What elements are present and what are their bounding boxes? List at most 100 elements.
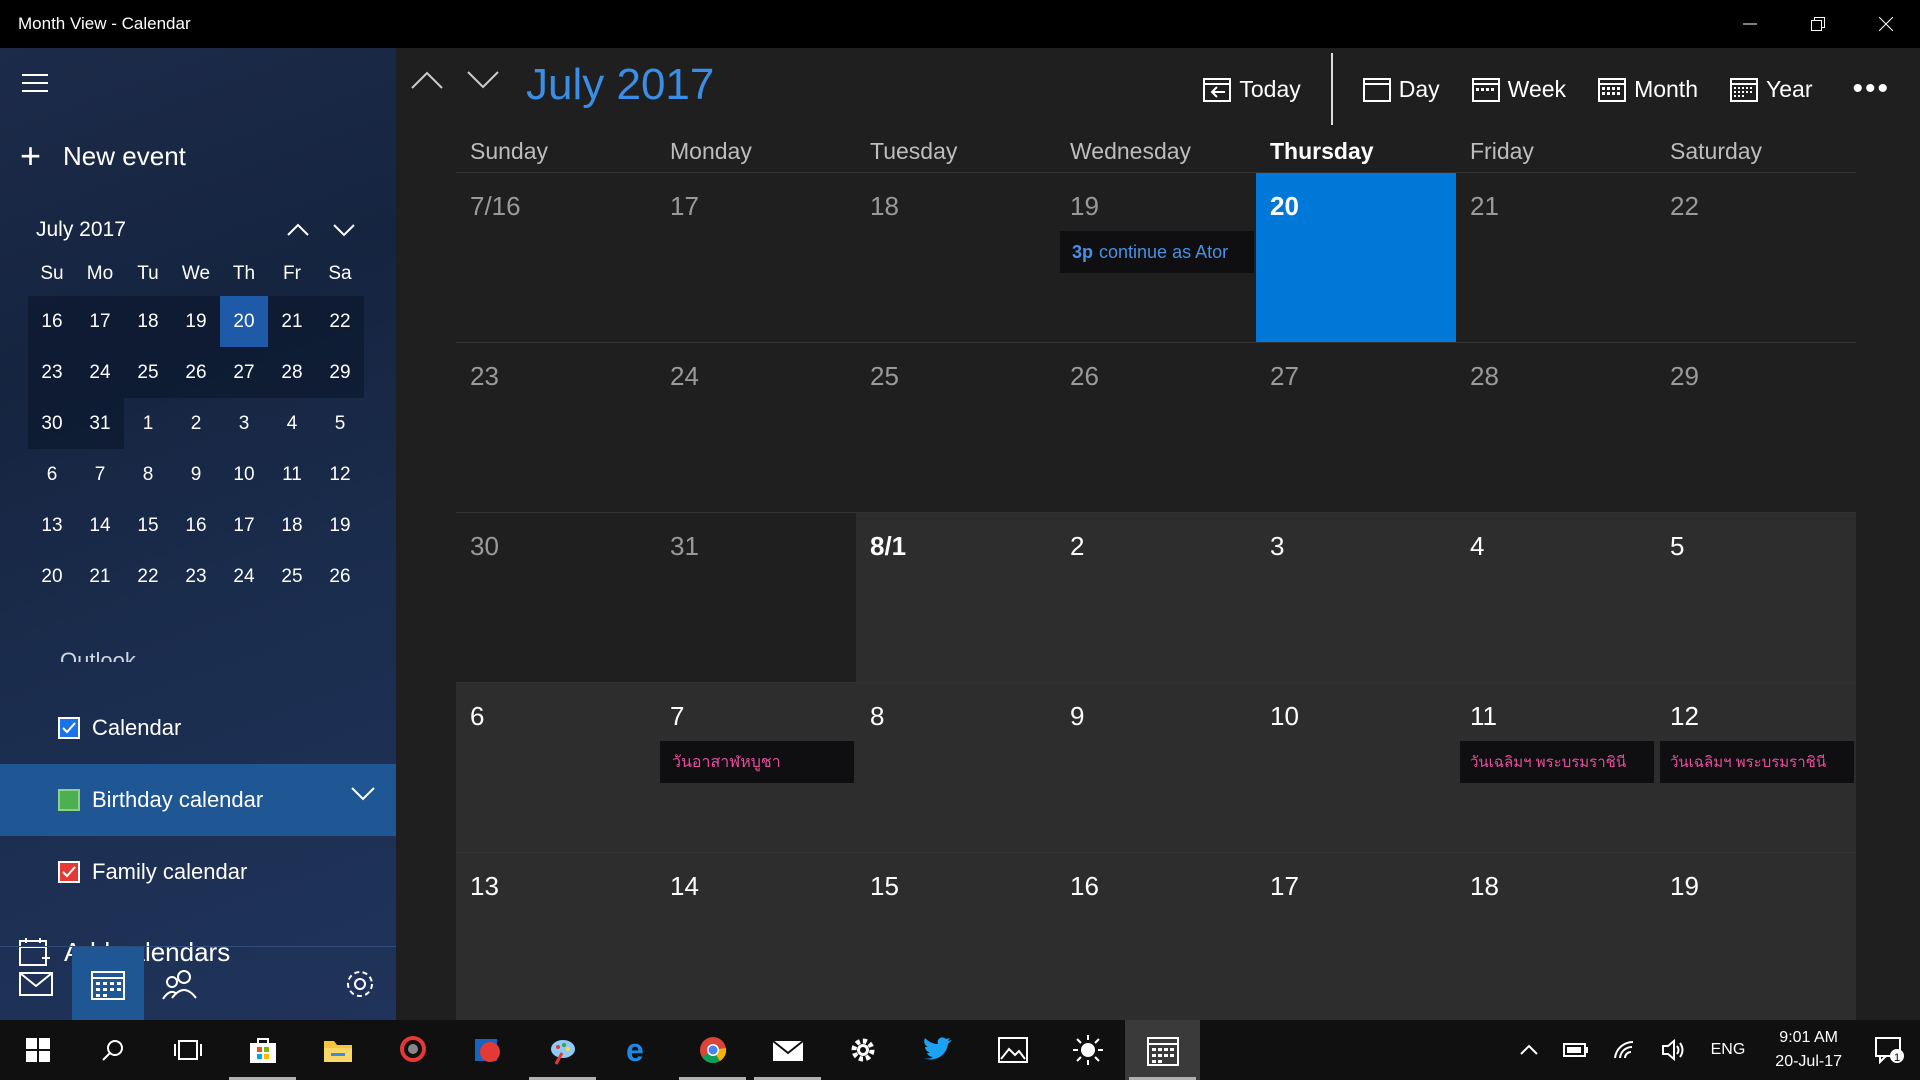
mini-day[interactable]: 20 [28, 551, 76, 602]
day-cell[interactable]: 17 [656, 172, 856, 342]
day-cell[interactable]: 8/1 [856, 512, 1056, 682]
mini-day[interactable]: 25 [268, 551, 316, 602]
event-item[interactable]: 3p continue as Ator [1060, 231, 1254, 273]
mini-calendar-month[interactable]: July 2017 [36, 218, 126, 242]
mini-day[interactable]: 2 [172, 398, 220, 449]
day-cell[interactable]: 29 [1656, 342, 1856, 512]
taskbar-file-explorer[interactable] [300, 1020, 375, 1080]
minimize-button[interactable] [1716, 0, 1784, 48]
mini-day[interactable]: 13 [28, 500, 76, 551]
mini-day[interactable]: 16 [172, 500, 220, 551]
mini-day[interactable]: 18 [268, 500, 316, 551]
mini-day[interactable]: 26 [172, 347, 220, 398]
checkbox-checked-icon[interactable] [58, 717, 80, 739]
day-cell[interactable]: 5 [1656, 512, 1856, 682]
event-item[interactable]: วันอาสาฬหบูชา [660, 741, 854, 783]
action-center-button[interactable]: 1 [1860, 1036, 1920, 1064]
more-options-icon[interactable]: ••• [1828, 72, 1890, 106]
previous-month-icon[interactable] [410, 70, 444, 90]
taskbar-store[interactable] [225, 1020, 300, 1080]
input-language[interactable]: ENG [1699, 1041, 1758, 1059]
taskbar-weather[interactable] [1050, 1020, 1125, 1080]
day-cell[interactable]: 17 [1256, 852, 1456, 1022]
mini-day[interactable]: 25 [124, 347, 172, 398]
day-cell[interactable]: 13 [456, 852, 656, 1022]
taskbar-twitter[interactable] [900, 1020, 975, 1080]
mini-day[interactable]: 19 [172, 296, 220, 347]
today-button[interactable]: Today [1187, 54, 1316, 124]
mini-day[interactable]: 11 [268, 449, 316, 500]
mini-day[interactable]: 23 [172, 551, 220, 602]
mini-day[interactable]: 26 [316, 551, 364, 602]
taskbar-photos[interactable] [975, 1020, 1050, 1080]
mini-day[interactable]: 29 [316, 347, 364, 398]
taskbar-paint[interactable] [525, 1020, 600, 1080]
day-cell[interactable]: 2 [1056, 512, 1256, 682]
taskbar-mail[interactable] [750, 1020, 825, 1080]
mini-day[interactable]: 21 [268, 296, 316, 347]
mini-day[interactable]: 5 [316, 398, 364, 449]
calendar-item-calendar[interactable]: Calendar [0, 692, 396, 764]
week-view-button[interactable]: Week [1456, 54, 1582, 124]
people-app-button[interactable] [144, 947, 216, 1021]
mini-day-today[interactable]: 20 [220, 296, 268, 347]
day-cell[interactable]: 28 [1456, 342, 1656, 512]
mini-day[interactable]: 23 [28, 347, 76, 398]
mini-day[interactable]: 10 [220, 449, 268, 500]
hamburger-menu-icon[interactable] [22, 74, 48, 98]
day-cell[interactable]: 19 [1656, 852, 1856, 1022]
month-view-button[interactable]: Month [1582, 54, 1714, 124]
start-button[interactable] [0, 1020, 75, 1080]
clock[interactable]: 9:01 AM 20-Jul-17 [1757, 1026, 1860, 1074]
taskbar-chrome[interactable] [675, 1020, 750, 1080]
day-cell[interactable]: 19 3p continue as Ator [1056, 172, 1256, 342]
new-event-button[interactable]: + New event [20, 138, 186, 174]
taskbar-settings[interactable] [825, 1020, 900, 1080]
mini-day[interactable]: 22 [316, 296, 364, 347]
day-cell[interactable]: 9 [1056, 682, 1256, 852]
day-cell[interactable]: 4 [1456, 512, 1656, 682]
settings-button[interactable] [324, 947, 396, 1021]
day-cell[interactable]: 18 [1456, 852, 1656, 1022]
mini-day[interactable]: 17 [220, 500, 268, 551]
battery-button[interactable] [1551, 1043, 1601, 1057]
search-button[interactable] [75, 1020, 150, 1080]
day-cell[interactable]: 16 [1056, 852, 1256, 1022]
day-cell[interactable]: 7/16 [456, 172, 656, 342]
day-cell[interactable]: 21 [1456, 172, 1656, 342]
taskbar-app-red[interactable] [450, 1020, 525, 1080]
mini-day[interactable]: 14 [76, 500, 124, 551]
calendar-item-family[interactable]: Family calendar [0, 836, 396, 908]
day-cell[interactable]: 22 [1656, 172, 1856, 342]
checkbox-unchecked-icon[interactable] [58, 789, 80, 811]
mini-day[interactable]: 22 [124, 551, 172, 602]
taskbar-photoscape[interactable] [375, 1020, 450, 1080]
calendar-app-button[interactable] [72, 947, 144, 1021]
mini-day[interactable]: 15 [124, 500, 172, 551]
day-cell[interactable]: 7 วันอาสาฬหบูชา [656, 682, 856, 852]
mini-day[interactable]: 9 [172, 449, 220, 500]
mini-day[interactable]: 7 [76, 449, 124, 500]
mini-day[interactable]: 21 [76, 551, 124, 602]
day-cell[interactable]: 25 [856, 342, 1056, 512]
close-button[interactable] [1852, 0, 1920, 48]
mini-day[interactable]: 24 [76, 347, 124, 398]
day-cell[interactable]: 15 [856, 852, 1056, 1022]
taskbar-edge[interactable]: e [600, 1020, 675, 1080]
mini-day[interactable]: 18 [124, 296, 172, 347]
mini-day[interactable]: 16 [28, 296, 76, 347]
mini-day[interactable]: 19 [316, 500, 364, 551]
mini-day[interactable]: 24 [220, 551, 268, 602]
mini-day[interactable]: 12 [316, 449, 364, 500]
checkbox-checked-icon[interactable] [58, 861, 80, 883]
mini-day[interactable]: 30 [28, 398, 76, 449]
mini-day[interactable]: 4 [268, 398, 316, 449]
event-item[interactable]: วันเฉลิมฯ พระบรมราชินี [1660, 741, 1854, 783]
day-cell[interactable]: 24 [656, 342, 856, 512]
day-cell[interactable]: 26 [1056, 342, 1256, 512]
next-month-icon[interactable] [466, 70, 500, 90]
day-cell[interactable]: 14 [656, 852, 856, 1022]
day-cell[interactable]: 6 [456, 682, 656, 852]
day-cell-today[interactable]: 20 [1256, 172, 1456, 342]
mini-day[interactable]: 27 [220, 347, 268, 398]
